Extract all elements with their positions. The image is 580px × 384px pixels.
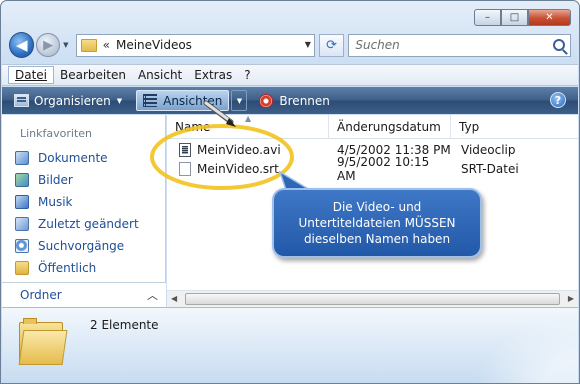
chevron-down-icon: ▼ <box>116 96 123 105</box>
folder-icon <box>18 318 68 366</box>
favorite-label: Zuletzt geändert <box>38 217 139 231</box>
menu-help[interactable]: ? <box>238 67 256 83</box>
decorative-swoosh <box>458 305 578 383</box>
favorite-music[interactable]: Musik <box>15 195 73 209</box>
search-icon[interactable] <box>553 38 566 51</box>
address-path[interactable]: MeineVideos <box>116 38 192 52</box>
close-button[interactable]: ✕ <box>528 9 571 26</box>
favorite-label: Musik <box>38 195 73 209</box>
file-name: MeinVideo.avi <box>197 143 281 157</box>
scrollbar-thumb[interactable] <box>185 293 560 305</box>
favorite-label: Dokumente <box>38 151 108 165</box>
file-type: SRT-Datei <box>461 162 519 176</box>
organize-label: Organisieren <box>34 93 111 108</box>
callout-text: Die Video- und Untertiteldateien MÜSSEN … <box>298 200 456 246</box>
navigation-pane: Linkfavoriten Dokumente Bilder Musik Zul… <box>2 115 166 307</box>
minimize-button[interactable]: – <box>474 9 501 26</box>
favorite-public[interactable]: Öffentlich <box>15 261 96 275</box>
column-name[interactable]: ▲ Name <box>167 114 329 139</box>
burn-button[interactable]: Brennen <box>253 90 335 111</box>
refresh-button[interactable]: ⟳ <box>318 33 345 57</box>
command-bar: Organisieren ▼ Ansichten ▼ Brennen ? <box>2 87 578 114</box>
address-bar[interactable]: « MeineVideos ▼ <box>75 33 315 57</box>
file-name-cell: MeinVideo.srt <box>167 162 329 176</box>
column-name-label: Name <box>175 120 211 134</box>
views-label: Ansichten <box>163 93 223 108</box>
search-box[interactable]: Suchen <box>348 33 572 57</box>
menu-tools[interactable]: Extras <box>188 67 238 83</box>
saved-searches-icon <box>15 239 29 253</box>
forward-button[interactable]: ▶ <box>36 33 60 57</box>
burn-disc-icon <box>259 93 274 108</box>
menu-file-label: Datei <box>15 68 48 82</box>
chevron-down-icon[interactable]: ▼ <box>305 40 311 49</box>
folders-label: Ordner <box>20 288 62 302</box>
navigation-bar: ◀ ▶ ▼ « MeineVideos ▼ ⟳ Suchen <box>9 31 572 59</box>
video-file-icon <box>179 143 191 157</box>
help-icon: ? <box>554 93 562 107</box>
favorite-label: Bilder <box>38 173 73 187</box>
favorite-label: Suchvorgänge <box>38 239 125 253</box>
views-icon <box>143 94 158 107</box>
views-button[interactable]: Ansichten <box>136 90 230 111</box>
scroll-right-icon[interactable]: ▶ <box>568 294 574 303</box>
refresh-icon: ⟳ <box>326 37 338 53</box>
file-date: 9/5/2002 10:15 AM <box>337 155 430 183</box>
menu-edit[interactable]: Bearbeiten <box>54 67 132 83</box>
column-headers: ▲ Name Änderungsdatum Typ <box>167 114 578 139</box>
annotation-callout: Die Video- und Untertiteldateien MÜSSEN … <box>272 188 482 258</box>
sort-ascending-icon: ▲ <box>245 114 252 123</box>
favorite-documents[interactable]: Dokumente <box>15 151 108 165</box>
column-date[interactable]: Änderungsdatum <box>329 115 451 139</box>
back-button[interactable]: ◀ <box>9 32 35 58</box>
favorite-searches[interactable]: Suchvorgänge <box>15 239 124 253</box>
chevron-up-icon: ︿ <box>147 289 158 302</box>
documents-icon <box>15 151 29 165</box>
favorites-header: Linkfavoriten <box>20 127 93 140</box>
folders-toggle[interactable]: Ordner ︿ <box>2 282 166 307</box>
file-name: MeinVideo.srt <box>197 162 279 176</box>
organize-icon <box>14 94 29 107</box>
chevron-down-icon: ▼ <box>236 96 243 105</box>
maximize-button[interactable]: □ <box>501 9 528 26</box>
organize-button[interactable]: Organisieren ▼ <box>8 90 128 111</box>
favorite-label: Öffentlich <box>38 261 97 275</box>
help-button[interactable]: ? <box>550 92 566 108</box>
caption-buttons: – □ ✕ <box>474 9 571 26</box>
details-pane: 2 Elemente <box>2 305 578 383</box>
folder-icon <box>15 261 29 275</box>
file-row[interactable]: MeinVideo.srt 9/5/2002 10:15 AM SRT-Date… <box>167 155 551 183</box>
recent-icon <box>15 217 29 231</box>
item-count: 2 Elemente <box>90 318 159 332</box>
column-type[interactable]: Typ <box>451 115 551 139</box>
file-name-cell: MeinVideo.avi <box>167 143 329 157</box>
text-file-icon <box>179 162 191 176</box>
music-icon <box>15 195 29 209</box>
file-type: Videoclip <box>461 143 516 157</box>
views-dropdown[interactable]: ▼ <box>231 90 248 111</box>
favorite-pictures[interactable]: Bilder <box>15 173 73 187</box>
folder-icon <box>80 38 97 52</box>
search-input[interactable]: Suchen <box>355 38 399 52</box>
menu-bar: Datei Bearbeiten Ansicht Extras ? <box>2 64 578 86</box>
favorite-recent[interactable]: Zuletzt geändert <box>15 217 139 231</box>
recent-pages-dropdown[interactable]: ▼ <box>60 33 72 57</box>
arrow-right-icon: ▶ <box>43 37 54 53</box>
scroll-left-icon[interactable]: ◀ <box>171 294 177 303</box>
menu-file[interactable]: Datei <box>8 66 55 84</box>
burn-label: Brennen <box>279 93 330 108</box>
pictures-icon <box>15 173 29 187</box>
menu-view[interactable]: Ansicht <box>132 67 188 83</box>
chevron-down-icon: ▼ <box>63 41 69 49</box>
arrow-left-icon: ◀ <box>15 36 28 54</box>
address-overflow-chevron[interactable]: « <box>103 38 110 52</box>
